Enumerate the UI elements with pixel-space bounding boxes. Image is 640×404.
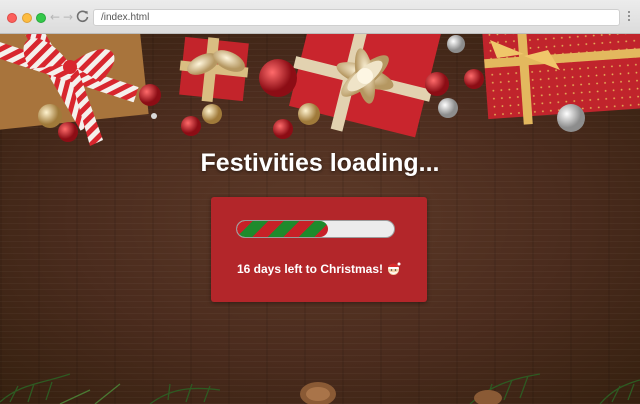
countdown-text: 16 days left to Christmas!	[236, 262, 384, 276]
kebab-menu-icon[interactable]	[627, 11, 631, 25]
page-viewport: Festivities loading... 16 days left to C…	[0, 34, 640, 404]
reload-icon[interactable]	[75, 9, 90, 24]
gift-box-small-red	[179, 36, 249, 103]
santa-icon	[386, 261, 401, 276]
maximize-window-button[interactable]	[36, 13, 46, 23]
loader-card: 16 days left to Christmas!	[211, 197, 427, 302]
countdown-message: 16 days left to Christmas!	[211, 261, 427, 276]
page-title: Festivities loading...	[200, 149, 440, 177]
address-bar[interactable]: /index.html	[93, 9, 620, 26]
pinecones	[300, 382, 502, 404]
close-window-button[interactable]	[7, 13, 17, 23]
arrow-left-icon[interactable]: ←	[49, 10, 61, 24]
minimize-window-button[interactable]	[22, 13, 32, 23]
url-text: /index.html	[101, 12, 150, 23]
progress-bar	[236, 220, 395, 238]
arrow-right-icon[interactable]: →	[62, 10, 74, 24]
progress-bar-fill	[237, 221, 329, 237]
browser-toolbar: ← → /index.html	[0, 0, 640, 34]
